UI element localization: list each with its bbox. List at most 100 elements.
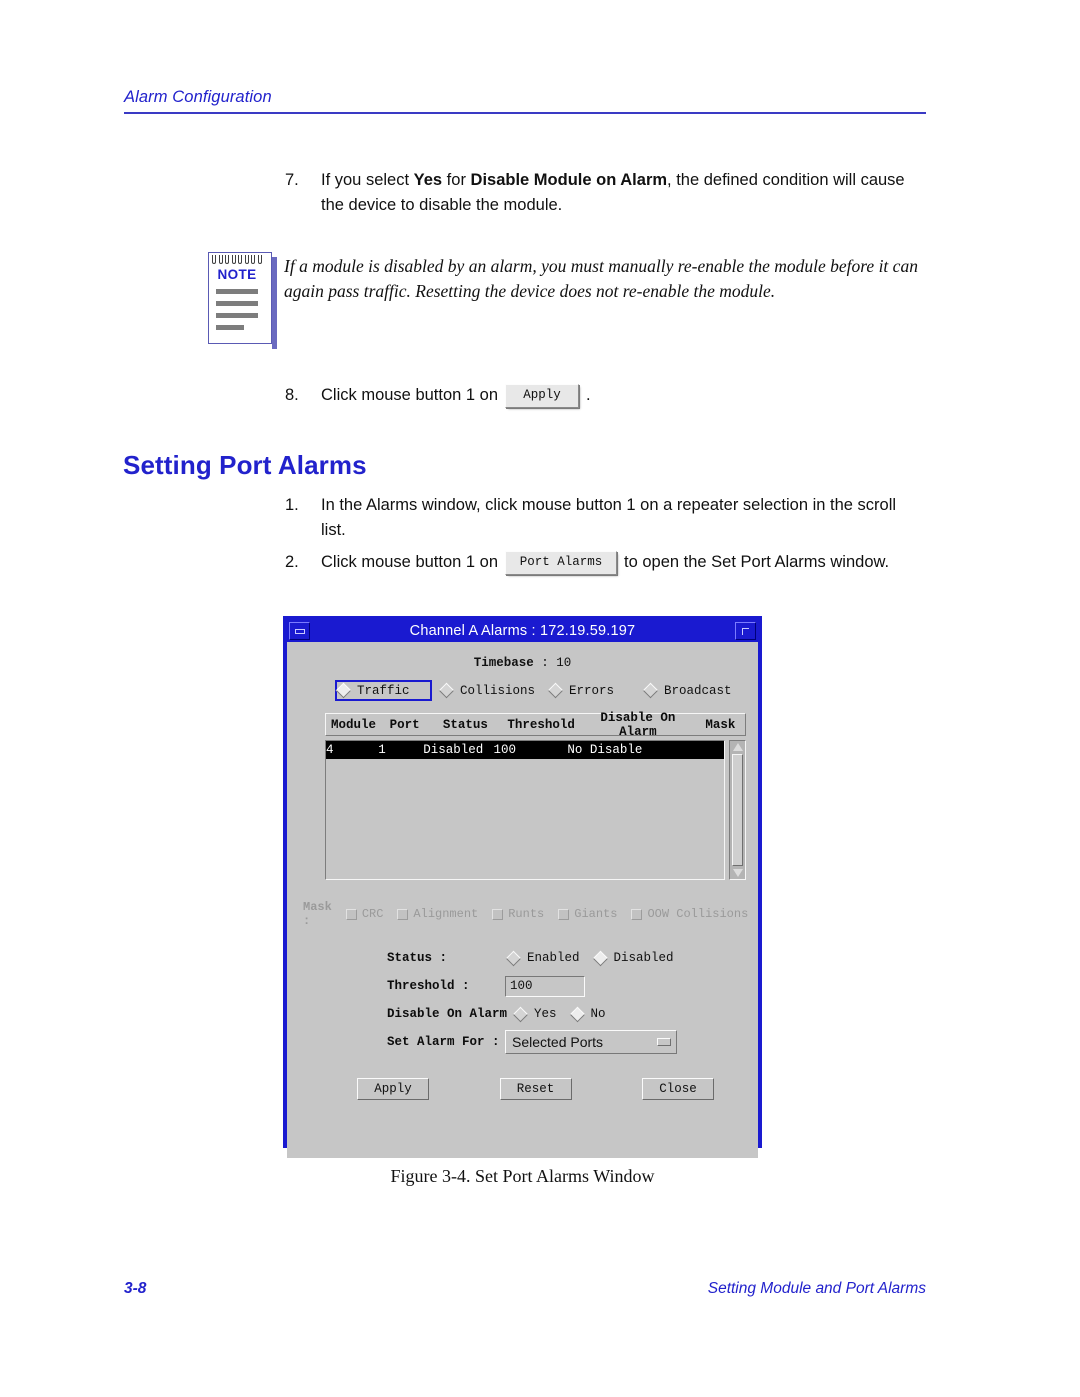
note-spiral-binding-icon <box>212 255 262 264</box>
radio-status-enabled-label: Enabled <box>527 951 580 965</box>
step-7-number: 7. <box>285 171 299 189</box>
note-text: If a module is disabled by an alarm, you… <box>284 256 918 301</box>
step-1-number: 1. <box>285 496 299 514</box>
step-7-bold-disable-module: Disable Module on Alarm <box>470 171 668 189</box>
scroll-down-arrow-icon[interactable] <box>732 869 743 877</box>
step-2-pre: Click mouse button 1 on <box>321 553 499 571</box>
checkbox-giants-label: Giants <box>574 907 618 921</box>
radio-collisions[interactable]: Collisions <box>438 682 541 700</box>
radio-diamond-icon <box>592 950 608 966</box>
radio-status-disabled-label: Disabled <box>613 951 674 965</box>
table-header-row: Module Port Status Threshold Disable On … <box>325 710 746 739</box>
step-7: 7. If you select Yes for Disable Module … <box>285 168 925 218</box>
radio-doa-yes[interactable]: Yes <box>512 1005 563 1023</box>
reset-button[interactable]: Reset <box>499 1078 572 1100</box>
set-alarm-for-dropdown[interactable]: Selected Ports <box>505 1030 677 1054</box>
close-button[interactable]: Close <box>642 1078 714 1100</box>
column-header-status: Status <box>442 717 488 732</box>
column-header-threshold: Threshold <box>507 717 575 732</box>
inline-port-alarms-button[interactable]: Port Alarms <box>505 550 618 575</box>
radio-broadcast-label: Broadcast <box>664 683 732 698</box>
radio-doa-no[interactable]: No <box>569 1005 612 1023</box>
radio-status-disabled[interactable]: Disabled <box>592 949 680 967</box>
scroll-up-arrow-icon[interactable] <box>732 743 743 751</box>
note-pad-icon: NOTE <box>208 252 277 349</box>
step-8-post: . <box>586 386 591 404</box>
checkbox-runts-label: Runts <box>508 907 545 921</box>
radio-broadcast[interactable]: Broadcast <box>642 682 738 700</box>
page-title: Setting Port Alarms <box>123 450 367 480</box>
step-8-number: 8. <box>285 386 299 404</box>
timebase-label: Timebase <box>473 656 534 670</box>
step-8: 8. Click mouse button 1 on Apply . <box>285 383 925 408</box>
radio-diamond-icon <box>438 682 455 699</box>
mask-checkbox-group: Mask : CRC Alignment Runts Giants OOW Co… <box>303 900 758 928</box>
step-7-text: If you select Yes for Disable Module on … <box>321 168 925 218</box>
minimize-button[interactable] <box>289 622 310 640</box>
status-label: Status : <box>387 951 448 965</box>
threshold-row: Threshold : 100 <box>387 972 758 1000</box>
checkbox-runts[interactable]: Runts <box>492 907 544 921</box>
apply-button[interactable]: Apply <box>357 1078 429 1100</box>
mask-group-label: Mask : <box>303 900 332 928</box>
step-8-text: Click mouse button 1 on Apply . <box>321 383 925 408</box>
checkbox-icon <box>492 908 504 920</box>
alarm-type-radio-group: Traffic Collisions Errors Broadcast <box>335 680 758 701</box>
checkbox-crc[interactable]: CRC <box>345 907 383 921</box>
running-head-text: Alarm Configuration <box>124 88 272 106</box>
figure-caption: Figure 3-4. Set Port Alarms Window <box>390 1166 655 1186</box>
radio-status-enabled[interactable]: Enabled <box>505 949 586 967</box>
step-2: 2. Click mouse button 1 on Port Alarms t… <box>285 550 935 575</box>
note-icon-shadow <box>272 257 277 349</box>
window-titlebar: Channel A Alarms : 172.19.59.197 <box>287 620 758 642</box>
timebase-row: Timebase : 10 <box>287 656 758 670</box>
step-2-number: 2. <box>285 553 299 571</box>
radio-diamond-icon <box>642 682 659 699</box>
page-footer: 3-8 Setting Module and Port Alarms <box>124 1280 926 1298</box>
set-alarm-for-label: Set Alarm For : <box>387 1035 500 1049</box>
column-header-disable-on-alarm: Disable On Alarm <box>600 710 676 739</box>
timebase-separator: : <box>533 656 557 670</box>
header-rule <box>124 112 926 114</box>
set-port-alarms-window: Channel A Alarms : 172.19.59.197 Timebas… <box>283 616 762 1158</box>
note-badge-label: NOTE <box>217 267 257 282</box>
cell-port: 1 <box>378 743 386 757</box>
radio-collisions-label: Collisions <box>460 683 536 698</box>
threshold-label: Threshold : <box>387 979 470 993</box>
checkbox-icon <box>345 908 357 920</box>
step-1: 1. In the Alarms window, click mouse but… <box>285 493 925 543</box>
alarm-list-area: 4 1 Disabled 100 No Disable <box>325 740 746 880</box>
checkbox-oow-collisions[interactable]: OOW Collisions <box>631 907 748 921</box>
radio-diamond-icon <box>335 682 352 699</box>
checkbox-giants[interactable]: Giants <box>558 907 617 921</box>
step-2-post: to open the Set Port Alarms window. <box>624 553 890 571</box>
alarm-list-box[interactable]: 4 1 Disabled 100 No Disable <box>325 740 725 880</box>
step-7-part2: for <box>442 171 471 189</box>
status-row: Status : Enabled Disabled <box>387 944 758 972</box>
table-row[interactable]: 4 1 Disabled 100 No Disable <box>326 741 724 759</box>
checkbox-alignment[interactable]: Alignment <box>397 907 478 921</box>
timebase-value: 10 <box>556 656 572 670</box>
column-header-port: Port <box>389 717 420 732</box>
scrollbar-thumb[interactable] <box>732 754 743 866</box>
list-vertical-scrollbar[interactable] <box>729 740 746 880</box>
inline-apply-button[interactable]: Apply <box>505 383 580 408</box>
cell-module: 4 <box>326 743 334 757</box>
radio-errors[interactable]: Errors <box>547 682 620 700</box>
radio-traffic[interactable]: Traffic <box>335 680 432 701</box>
checkbox-alignment-label: Alignment <box>413 907 479 921</box>
set-alarm-for-value: Selected Ports <box>512 1034 604 1050</box>
footer-section-title: Setting Module and Port Alarms <box>707 1280 926 1297</box>
disable-on-alarm-row: Disable On Alarm : Yes No <box>387 1000 758 1028</box>
maximize-button[interactable] <box>735 622 756 640</box>
column-header-mask: Mask <box>705 717 736 732</box>
radio-diamond-icon <box>547 682 564 699</box>
cell-status: Disabled <box>423 743 484 757</box>
column-header-module: Module <box>330 717 376 732</box>
note-lines-icon <box>216 289 258 337</box>
radio-doa-no-label: No <box>590 1007 606 1021</box>
dropdown-indicator-icon <box>657 1038 671 1046</box>
threshold-input[interactable]: 100 <box>505 975 585 997</box>
step-7-part1: If you select <box>321 171 414 189</box>
radio-diamond-icon <box>512 1006 529 1022</box>
